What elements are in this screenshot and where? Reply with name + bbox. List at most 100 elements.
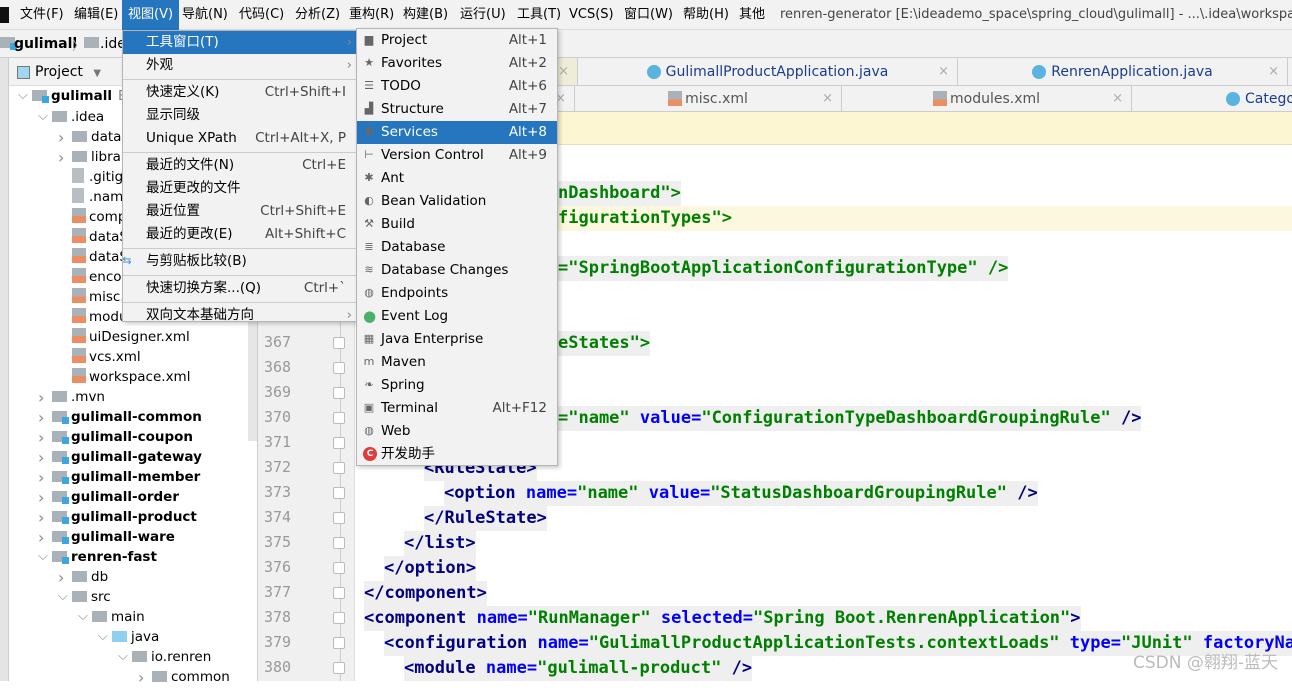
tool-window-item[interactable]: m Maven: [357, 351, 557, 374]
fold-marker-icon[interactable]: [333, 487, 345, 499]
fold-marker-icon[interactable]: [333, 637, 345, 649]
fold-marker-icon[interactable]: [333, 537, 345, 549]
tool-window-item[interactable]: C 开发助手: [357, 443, 557, 466]
tree-item[interactable]: gulimall-product: [52, 507, 197, 527]
tool-window-item[interactable]: ● Event Log: [357, 305, 557, 328]
tree-item[interactable]: gulimall-order: [52, 487, 179, 507]
fold-marker-icon[interactable]: [333, 387, 345, 399]
tool-window-item[interactable]: ▣ Terminal Alt+F12: [357, 397, 557, 420]
chevron-down-icon[interactable]: ⌵: [98, 627, 110, 647]
chevron-right-icon[interactable]: ›: [58, 128, 70, 148]
tool-window-item[interactable]: ▦ Java Enterprise: [357, 328, 557, 351]
fold-marker-icon[interactable]: [333, 612, 345, 624]
fold-marker-icon[interactable]: [333, 462, 345, 474]
fold-marker-icon[interactable]: [333, 512, 345, 524]
tree-item[interactable]: vcs.xml: [72, 347, 141, 367]
close-icon[interactable]: ×: [1268, 64, 1279, 79]
view-menu-item[interactable]: 最近的文件(N) Ctrl+E: [123, 154, 356, 177]
view-menu-item[interactable]: 双向文本基础方向 ›: [123, 304, 356, 327]
chevron-right-icon[interactable]: ›: [138, 668, 150, 688]
view-menu-item[interactable]: 最近更改的文件: [123, 177, 356, 200]
tool-window-item[interactable]: ❧ Spring: [357, 374, 557, 397]
menu-8[interactable]: 运行(U): [454, 0, 512, 30]
view-menu-item[interactable]: 外观 ›: [123, 54, 356, 77]
menu-10[interactable]: VCS(S): [563, 0, 620, 30]
menu-9[interactable]: 工具(T): [511, 0, 567, 30]
menu-11[interactable]: 窗口(W): [618, 0, 679, 30]
menu-4[interactable]: 代码(C): [233, 0, 290, 30]
tool-window-item[interactable]: ⚒ Build: [357, 213, 557, 236]
chevron-right-icon[interactable]: ›: [38, 468, 50, 488]
chevron-right-icon[interactable]: ›: [38, 448, 50, 468]
tree-item[interactable]: main: [92, 607, 145, 627]
tool-window-item[interactable]: ⬢ Services Alt+8: [357, 121, 557, 144]
tree-item[interactable]: gulimall-coupon: [52, 427, 193, 447]
tree-item[interactable]: gulimall-common: [52, 407, 202, 427]
chevron-right-icon[interactable]: ›: [58, 148, 70, 168]
tree-item[interactable]: renren-fast: [52, 547, 157, 567]
editor-tab[interactable]: misc.xml ×: [575, 86, 842, 111]
tree-item[interactable]: java: [112, 627, 159, 647]
chevron-right-icon[interactable]: ›: [38, 388, 50, 408]
tree-item[interactable]: workspace.xml: [72, 367, 190, 387]
tool-window-item[interactable]: ◐ Bean Validation: [357, 190, 557, 213]
menu-7[interactable]: 构建(B): [397, 0, 454, 30]
fold-marker-icon[interactable]: [333, 362, 345, 374]
editor-tab[interactable]: modules.xml ×: [842, 86, 1132, 111]
tree-item[interactable]: .idea: [52, 107, 104, 127]
tool-window-item[interactable]: ✱ Ant: [357, 167, 557, 190]
tool-window-item[interactable]: ≋ Database Changes: [357, 259, 557, 282]
editor-tab[interactable]: GulimallProductApplication.java ×: [578, 58, 958, 85]
view-menu-item[interactable]: 最近位置 Ctrl+Shift+E: [123, 200, 356, 223]
tree-item[interactable]: gulimallE:\: [32, 86, 136, 106]
tool-window-item[interactable]: ≣ Database: [357, 236, 557, 259]
chevron-right-icon[interactable]: ›: [38, 488, 50, 508]
close-icon[interactable]: ×: [938, 64, 949, 79]
chevron-down-icon[interactable]: ▼: [93, 68, 101, 79]
view-menu-item[interactable]: 显示同级: [123, 104, 356, 127]
fold-marker-icon[interactable]: [333, 337, 345, 349]
menu-12[interactable]: 帮助(H): [677, 0, 735, 30]
tree-item[interactable]: common: [152, 667, 230, 687]
chevron-down-icon[interactable]: ⌵: [38, 107, 50, 127]
fold-marker-icon[interactable]: [333, 662, 345, 674]
chevron-down-icon[interactable]: ⌵: [118, 647, 130, 667]
menu-5[interactable]: 分析(Z): [289, 0, 346, 30]
chevron-down-icon[interactable]: ⌵: [58, 587, 70, 607]
menu-2[interactable]: 视图(V): [122, 0, 180, 30]
tree-item[interactable]: dataS: [72, 227, 128, 247]
view-menu-item[interactable]: Unique XPath Ctrl+Alt+X, P: [123, 127, 356, 150]
tool-window-item[interactable]: ▟ Structure Alt+7: [357, 98, 557, 121]
tree-item[interactable]: .gitigr: [72, 167, 129, 187]
tool-window-item[interactable]: ☰ TODO Alt+6: [357, 75, 557, 98]
close-icon[interactable]: ×: [558, 64, 569, 79]
view-menu-item[interactable]: 工具窗口(T) ›: [123, 31, 356, 54]
tool-window-item[interactable]: ★ Favorites Alt+2: [357, 52, 557, 75]
tool-window-item[interactable]: ⊢ Version Control Alt+9: [357, 144, 557, 167]
menu-6[interactable]: 重构(R): [343, 0, 400, 30]
menu-3[interactable]: 导航(N): [176, 0, 234, 30]
tree-item[interactable]: comp: [72, 207, 126, 227]
tree-item[interactable]: dataS: [72, 247, 128, 267]
project-view-selector[interactable]: Project: [35, 64, 83, 80]
tool-window-item[interactable]: ◍ Web: [357, 420, 557, 443]
breadcrumb-item[interactable]: gulimall: [14, 36, 77, 52]
menu-13[interactable]: 其他: [733, 0, 771, 30]
chevron-right-icon[interactable]: ›: [38, 408, 50, 428]
view-menu-item[interactable]: 快速定义(K) Ctrl+Shift+I: [123, 81, 356, 104]
left-tool-stripe[interactable]: [0, 58, 9, 681]
editor-tab[interactable]: RenrenApplication.java ×: [958, 58, 1288, 85]
tree-item[interactable]: uiDesigner.xml: [72, 327, 190, 347]
editor-tab[interactable]: Categor: [1132, 86, 1292, 111]
chevron-right-icon[interactable]: ›: [38, 428, 50, 448]
view-menu-item[interactable]: 快速切换方案...(Q) Ctrl+`: [123, 277, 356, 300]
tree-item[interactable]: io.renren: [132, 647, 211, 667]
menu-1[interactable]: 编辑(E): [68, 0, 124, 30]
chevron-down-icon[interactable]: ⌵: [38, 547, 50, 567]
close-icon[interactable]: ×: [1112, 91, 1123, 106]
chevron-right-icon[interactable]: ›: [58, 568, 70, 588]
chevron-down-icon[interactable]: ⌵: [18, 86, 30, 106]
close-icon[interactable]: ×: [822, 91, 833, 106]
tool-window-item[interactable]: ◍ Endpoints: [357, 282, 557, 305]
tree-item[interactable]: modu: [72, 307, 128, 327]
